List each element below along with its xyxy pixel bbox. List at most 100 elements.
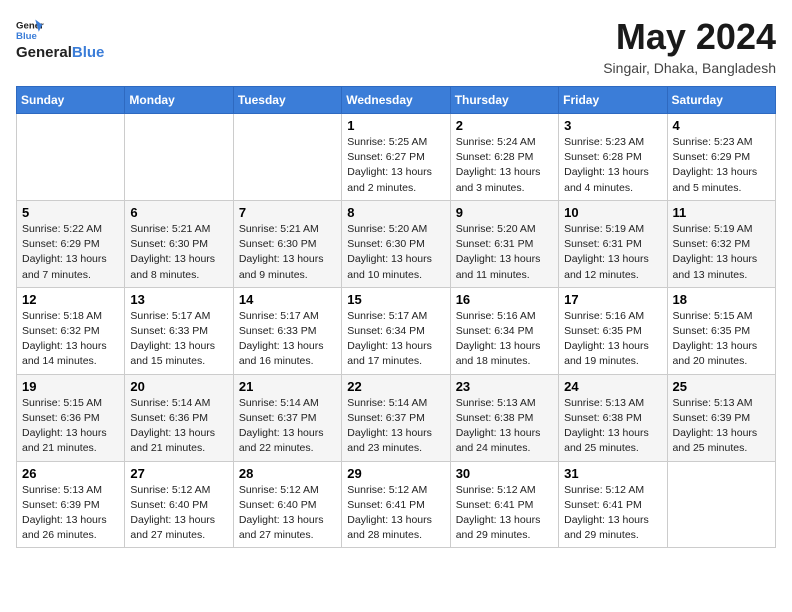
day-info: Sunrise: 5:23 AM Sunset: 6:28 PM Dayligh… [564, 135, 661, 196]
calendar-cell: 22Sunrise: 5:14 AM Sunset: 6:37 PM Dayli… [342, 374, 450, 461]
day-info: Sunrise: 5:13 AM Sunset: 6:38 PM Dayligh… [564, 396, 661, 457]
day-number: 1 [347, 118, 444, 133]
week-row-4: 19 Sunrise: 5:15 AM Sunset: 6:36 PM Dayli… [17, 374, 776, 461]
calendar-cell: 1 Sunrise: 5:25 AM Sunset: 6:27 PM Daylig… [342, 114, 450, 201]
day-info: Sunrise: 5:23 AM Sunset: 6:29 PM Dayligh… [673, 135, 770, 196]
day-number: 19 [22, 379, 119, 394]
day-number: 31 [564, 466, 661, 481]
day-number: 2 [456, 118, 553, 133]
day-info: Sunrise: 5:24 AM Sunset: 6:28 PM Dayligh… [456, 135, 553, 196]
page-header: General Blue GeneralBlue May 2024 Singai… [16, 16, 776, 76]
day-number: 30 [456, 466, 553, 481]
logo: General Blue GeneralBlue [16, 16, 104, 62]
day-number: 9 [456, 205, 553, 220]
day-info: Sunrise: 5:20 AM Sunset: 6:30 PM Dayligh… [347, 222, 444, 283]
weekday-header-wednesday: Wednesday [342, 87, 450, 114]
day-info: Sunrise: 5:14 AM Sunset: 6:37 PM Dayligh… [347, 396, 444, 457]
title-block: May 2024 Singair, Dhaka, Bangladesh [603, 16, 776, 76]
calendar-cell [125, 114, 233, 201]
calendar-cell: 6 Sunrise: 5:21 AM Sunset: 6:30 PM Daylig… [125, 200, 233, 287]
day-number: 27 [130, 466, 227, 481]
day-number: 11 [673, 205, 770, 220]
weekday-header-friday: Friday [559, 87, 667, 114]
day-info: Sunrise: 5:12 AM Sunset: 6:40 PM Dayligh… [130, 483, 227, 544]
calendar-cell: 4Sunrise: 5:23 AM Sunset: 6:29 PM Daylig… [667, 114, 775, 201]
day-info: Sunrise: 5:16 AM Sunset: 6:35 PM Dayligh… [564, 309, 661, 370]
day-number: 5 [22, 205, 119, 220]
day-info: Sunrise: 5:16 AM Sunset: 6:34 PM Dayligh… [456, 309, 553, 370]
day-info: Sunrise: 5:13 AM Sunset: 6:39 PM Dayligh… [22, 483, 119, 544]
day-number: 16 [456, 292, 553, 307]
day-info: Sunrise: 5:25 AM Sunset: 6:27 PM Dayligh… [347, 135, 444, 196]
location: Singair, Dhaka, Bangladesh [603, 60, 776, 76]
calendar-cell: 21Sunrise: 5:14 AM Sunset: 6:37 PM Dayli… [233, 374, 341, 461]
day-number: 25 [673, 379, 770, 394]
day-number: 13 [130, 292, 227, 307]
weekday-header-saturday: Saturday [667, 87, 775, 114]
calendar-cell: 25 Sunrise: 5:13 AM Sunset: 6:39 PM Dayli… [667, 374, 775, 461]
calendar-cell: 12 Sunrise: 5:18 AM Sunset: 6:32 PM Dayli… [17, 287, 125, 374]
day-number: 12 [22, 292, 119, 307]
day-info: Sunrise: 5:19 AM Sunset: 6:31 PM Dayligh… [564, 222, 661, 283]
day-info: Sunrise: 5:12 AM Sunset: 6:41 PM Dayligh… [347, 483, 444, 544]
calendar-cell: 15 Sunrise: 5:17 AM Sunset: 6:34 PM Dayli… [342, 287, 450, 374]
week-row-5: 26 Sunrise: 5:13 AM Sunset: 6:39 PM Dayli… [17, 461, 776, 548]
week-row-2: 5 Sunrise: 5:22 AM Sunset: 6:29 PM Daylig… [17, 200, 776, 287]
day-info: Sunrise: 5:22 AM Sunset: 6:29 PM Dayligh… [22, 222, 119, 283]
day-number: 20 [130, 379, 227, 394]
logo-general: General [16, 44, 72, 61]
calendar-cell: 13 Sunrise: 5:17 AM Sunset: 6:33 PM Dayli… [125, 287, 233, 374]
day-number: 3 [564, 118, 661, 133]
calendar-cell: 11 Sunrise: 5:19 AM Sunset: 6:32 PM Dayli… [667, 200, 775, 287]
day-info: Sunrise: 5:15 AM Sunset: 6:36 PM Dayligh… [22, 396, 119, 457]
day-number: 8 [347, 205, 444, 220]
day-info: Sunrise: 5:14 AM Sunset: 6:37 PM Dayligh… [239, 396, 336, 457]
calendar-cell: 28Sunrise: 5:12 AM Sunset: 6:40 PM Dayli… [233, 461, 341, 548]
weekday-header-thursday: Thursday [450, 87, 558, 114]
calendar-cell: 19 Sunrise: 5:15 AM Sunset: 6:36 PM Dayli… [17, 374, 125, 461]
calendar-cell: 29Sunrise: 5:12 AM Sunset: 6:41 PM Dayli… [342, 461, 450, 548]
day-info: Sunrise: 5:17 AM Sunset: 6:34 PM Dayligh… [347, 309, 444, 370]
day-number: 15 [347, 292, 444, 307]
day-info: Sunrise: 5:13 AM Sunset: 6:38 PM Dayligh… [456, 396, 553, 457]
calendar-cell: 20 Sunrise: 5:14 AM Sunset: 6:36 PM Dayli… [125, 374, 233, 461]
calendar-cell: 2 Sunrise: 5:24 AM Sunset: 6:28 PM Daylig… [450, 114, 558, 201]
day-info: Sunrise: 5:19 AM Sunset: 6:32 PM Dayligh… [673, 222, 770, 283]
calendar-cell: 8 Sunrise: 5:20 AM Sunset: 6:30 PM Daylig… [342, 200, 450, 287]
day-number: 10 [564, 205, 661, 220]
weekday-header-sunday: Sunday [17, 87, 125, 114]
calendar-cell: 14Sunrise: 5:17 AM Sunset: 6:33 PM Dayli… [233, 287, 341, 374]
day-info: Sunrise: 5:20 AM Sunset: 6:31 PM Dayligh… [456, 222, 553, 283]
day-number: 28 [239, 466, 336, 481]
calendar-cell: 26 Sunrise: 5:13 AM Sunset: 6:39 PM Dayli… [17, 461, 125, 548]
day-number: 18 [673, 292, 770, 307]
weekday-header-monday: Monday [125, 87, 233, 114]
day-info: Sunrise: 5:14 AM Sunset: 6:36 PM Dayligh… [130, 396, 227, 457]
month-title: May 2024 [603, 16, 776, 58]
calendar-cell: 10 Sunrise: 5:19 AM Sunset: 6:31 PM Dayli… [559, 200, 667, 287]
logo-blue: Blue [72, 44, 105, 61]
weekday-header-tuesday: Tuesday [233, 87, 341, 114]
day-info: Sunrise: 5:12 AM Sunset: 6:41 PM Dayligh… [564, 483, 661, 544]
week-row-3: 12 Sunrise: 5:18 AM Sunset: 6:32 PM Dayli… [17, 287, 776, 374]
day-info: Sunrise: 5:18 AM Sunset: 6:32 PM Dayligh… [22, 309, 119, 370]
day-number: 17 [564, 292, 661, 307]
day-number: 6 [130, 205, 227, 220]
day-info: Sunrise: 5:17 AM Sunset: 6:33 PM Dayligh… [239, 309, 336, 370]
day-info: Sunrise: 5:21 AM Sunset: 6:30 PM Dayligh… [239, 222, 336, 283]
calendar-cell [233, 114, 341, 201]
calendar-cell [667, 461, 775, 548]
day-number: 23 [456, 379, 553, 394]
calendar-cell: 5 Sunrise: 5:22 AM Sunset: 6:29 PM Daylig… [17, 200, 125, 287]
day-number: 26 [22, 466, 119, 481]
svg-text:Blue: Blue [16, 31, 37, 42]
day-info: Sunrise: 5:21 AM Sunset: 6:30 PM Dayligh… [130, 222, 227, 283]
day-number: 24 [564, 379, 661, 394]
calendar-cell: 3 Sunrise: 5:23 AM Sunset: 6:28 PM Daylig… [559, 114, 667, 201]
calendar-cell: 9 Sunrise: 5:20 AM Sunset: 6:31 PM Daylig… [450, 200, 558, 287]
calendar-table: SundayMondayTuesdayWednesdayThursdayFrid… [16, 86, 776, 548]
day-info: Sunrise: 5:13 AM Sunset: 6:39 PM Dayligh… [673, 396, 770, 457]
day-info: Sunrise: 5:17 AM Sunset: 6:33 PM Dayligh… [130, 309, 227, 370]
logo-icon: General Blue [16, 16, 44, 44]
calendar-cell: 18Sunrise: 5:15 AM Sunset: 6:35 PM Dayli… [667, 287, 775, 374]
